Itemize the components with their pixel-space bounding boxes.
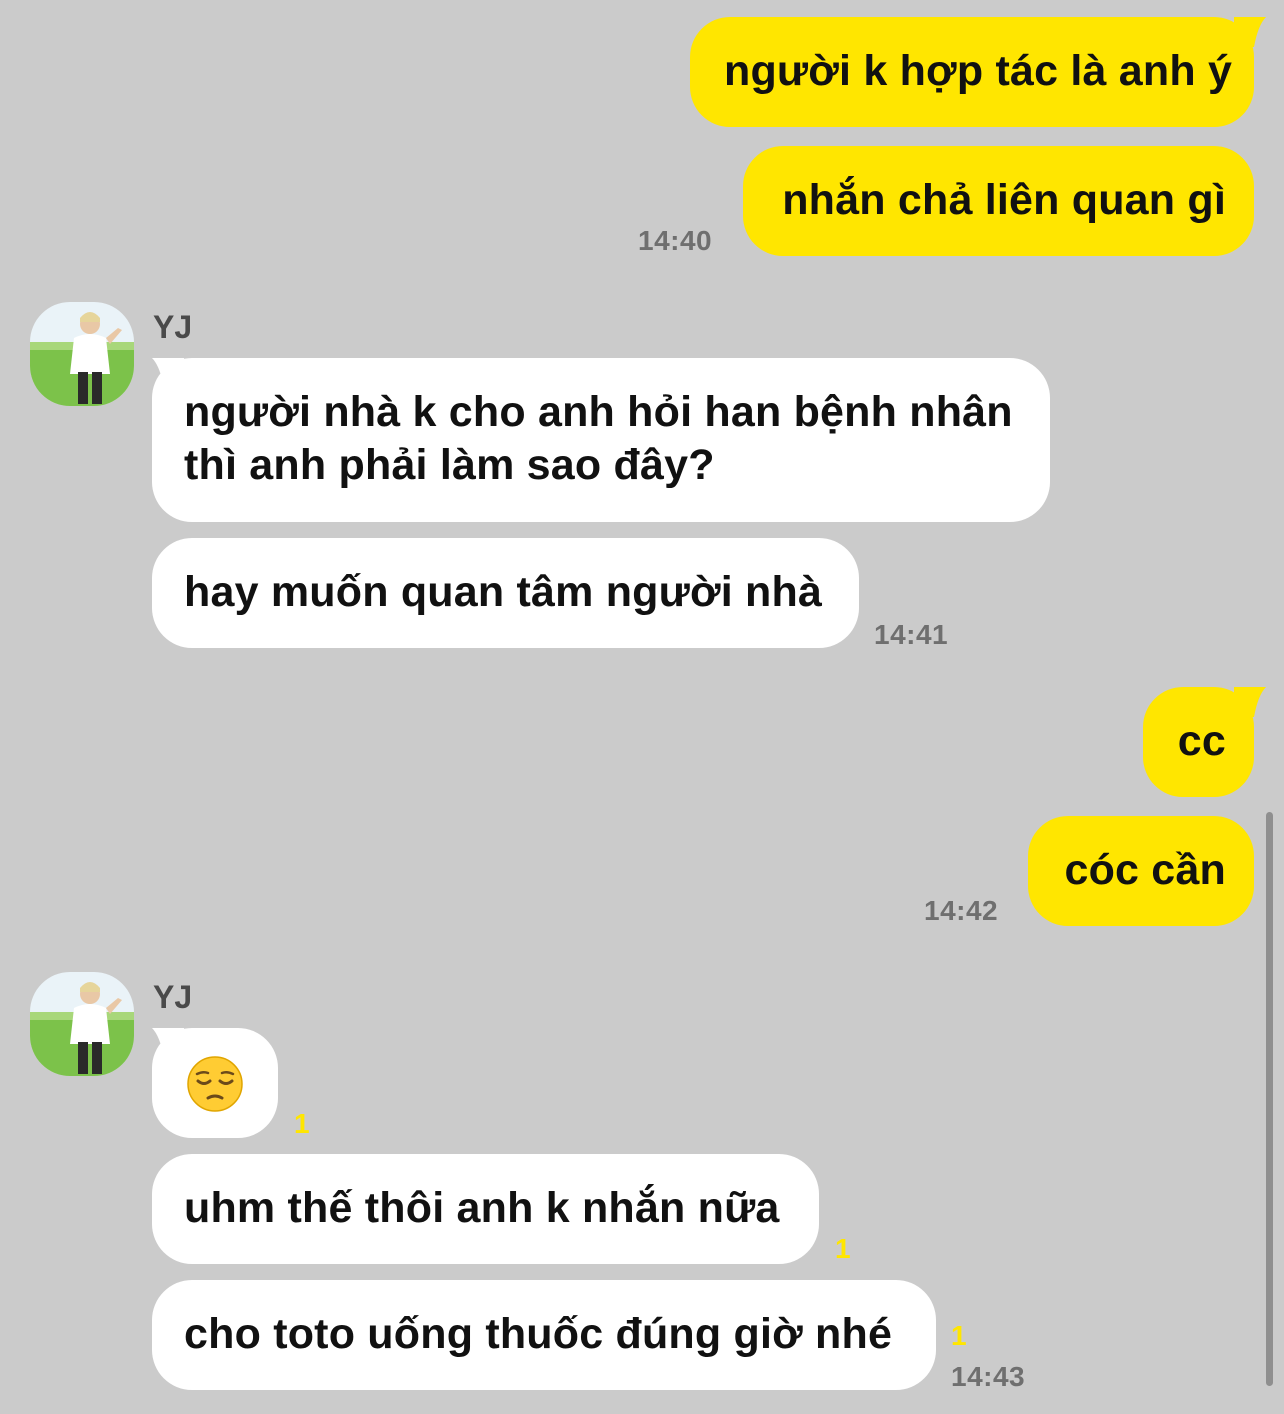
- sender-name: YJ: [153, 309, 193, 345]
- sender-name: YJ: [153, 979, 193, 1015]
- bubble-tail: [1234, 687, 1266, 717]
- message-text: cho toto uống thuốc đúng giờ nhé: [184, 1310, 893, 1358]
- message-text-line: người nhà k cho anh hỏi han bệnh nhân: [184, 388, 1013, 436]
- message-timestamp: 14:40: [638, 225, 713, 256]
- message-timestamp: 14:41: [874, 619, 949, 650]
- message-text: nhắn chả liên quan gì: [782, 176, 1226, 224]
- message-timestamp: 14:42: [924, 895, 999, 926]
- message-text-line: thì anh phải làm sao đây?: [184, 441, 715, 489]
- their-message-bubble[interactable]: hay muốn quan tâm người nhà: [152, 538, 859, 648]
- my-message-bubble[interactable]: nhắn chả liên quan gì: [743, 146, 1254, 256]
- avatar-photo: [30, 972, 134, 1076]
- unread-counter: 1: [294, 1108, 310, 1139]
- my-message-bubble[interactable]: người k hợp tác là anh ý: [690, 17, 1254, 127]
- their-message-bubble[interactable]: người nhà k cho anh hỏi han bệnh nhân th…: [152, 358, 1050, 522]
- message-text: hay muốn quan tâm người nhà: [184, 568, 823, 616]
- bubble-tail: [1234, 17, 1266, 47]
- message-text: uhm thế thôi anh k nhắn nữa: [184, 1184, 780, 1232]
- contact-avatar[interactable]: [30, 302, 134, 406]
- my-message-bubble[interactable]: cóc cần: [1028, 816, 1254, 926]
- message-text: người k hợp tác là anh ý: [724, 47, 1233, 95]
- unread-counter: 1: [835, 1233, 851, 1264]
- message-timestamp: 14:43: [951, 1361, 1026, 1392]
- their-message-bubble[interactable]: uhm thế thôi anh k nhắn nữa: [152, 1154, 819, 1264]
- chat-view: người k hợp tác là anh ý nhắn chả liên q…: [0, 0, 1284, 1414]
- message-text: cóc cần: [1064, 846, 1226, 894]
- message-text: cc: [1177, 717, 1226, 765]
- their-message-bubble[interactable]: cho toto uống thuốc đúng giờ nhé: [152, 1280, 936, 1390]
- unread-counter: 1: [951, 1320, 967, 1351]
- pensive-face-icon: [187, 1056, 243, 1112]
- avatar-photo: [30, 302, 134, 406]
- contact-avatar[interactable]: [30, 972, 134, 1076]
- bubble-tail: [152, 1028, 184, 1058]
- scrollbar[interactable]: [1266, 812, 1273, 1386]
- bubble-tail: [152, 358, 184, 388]
